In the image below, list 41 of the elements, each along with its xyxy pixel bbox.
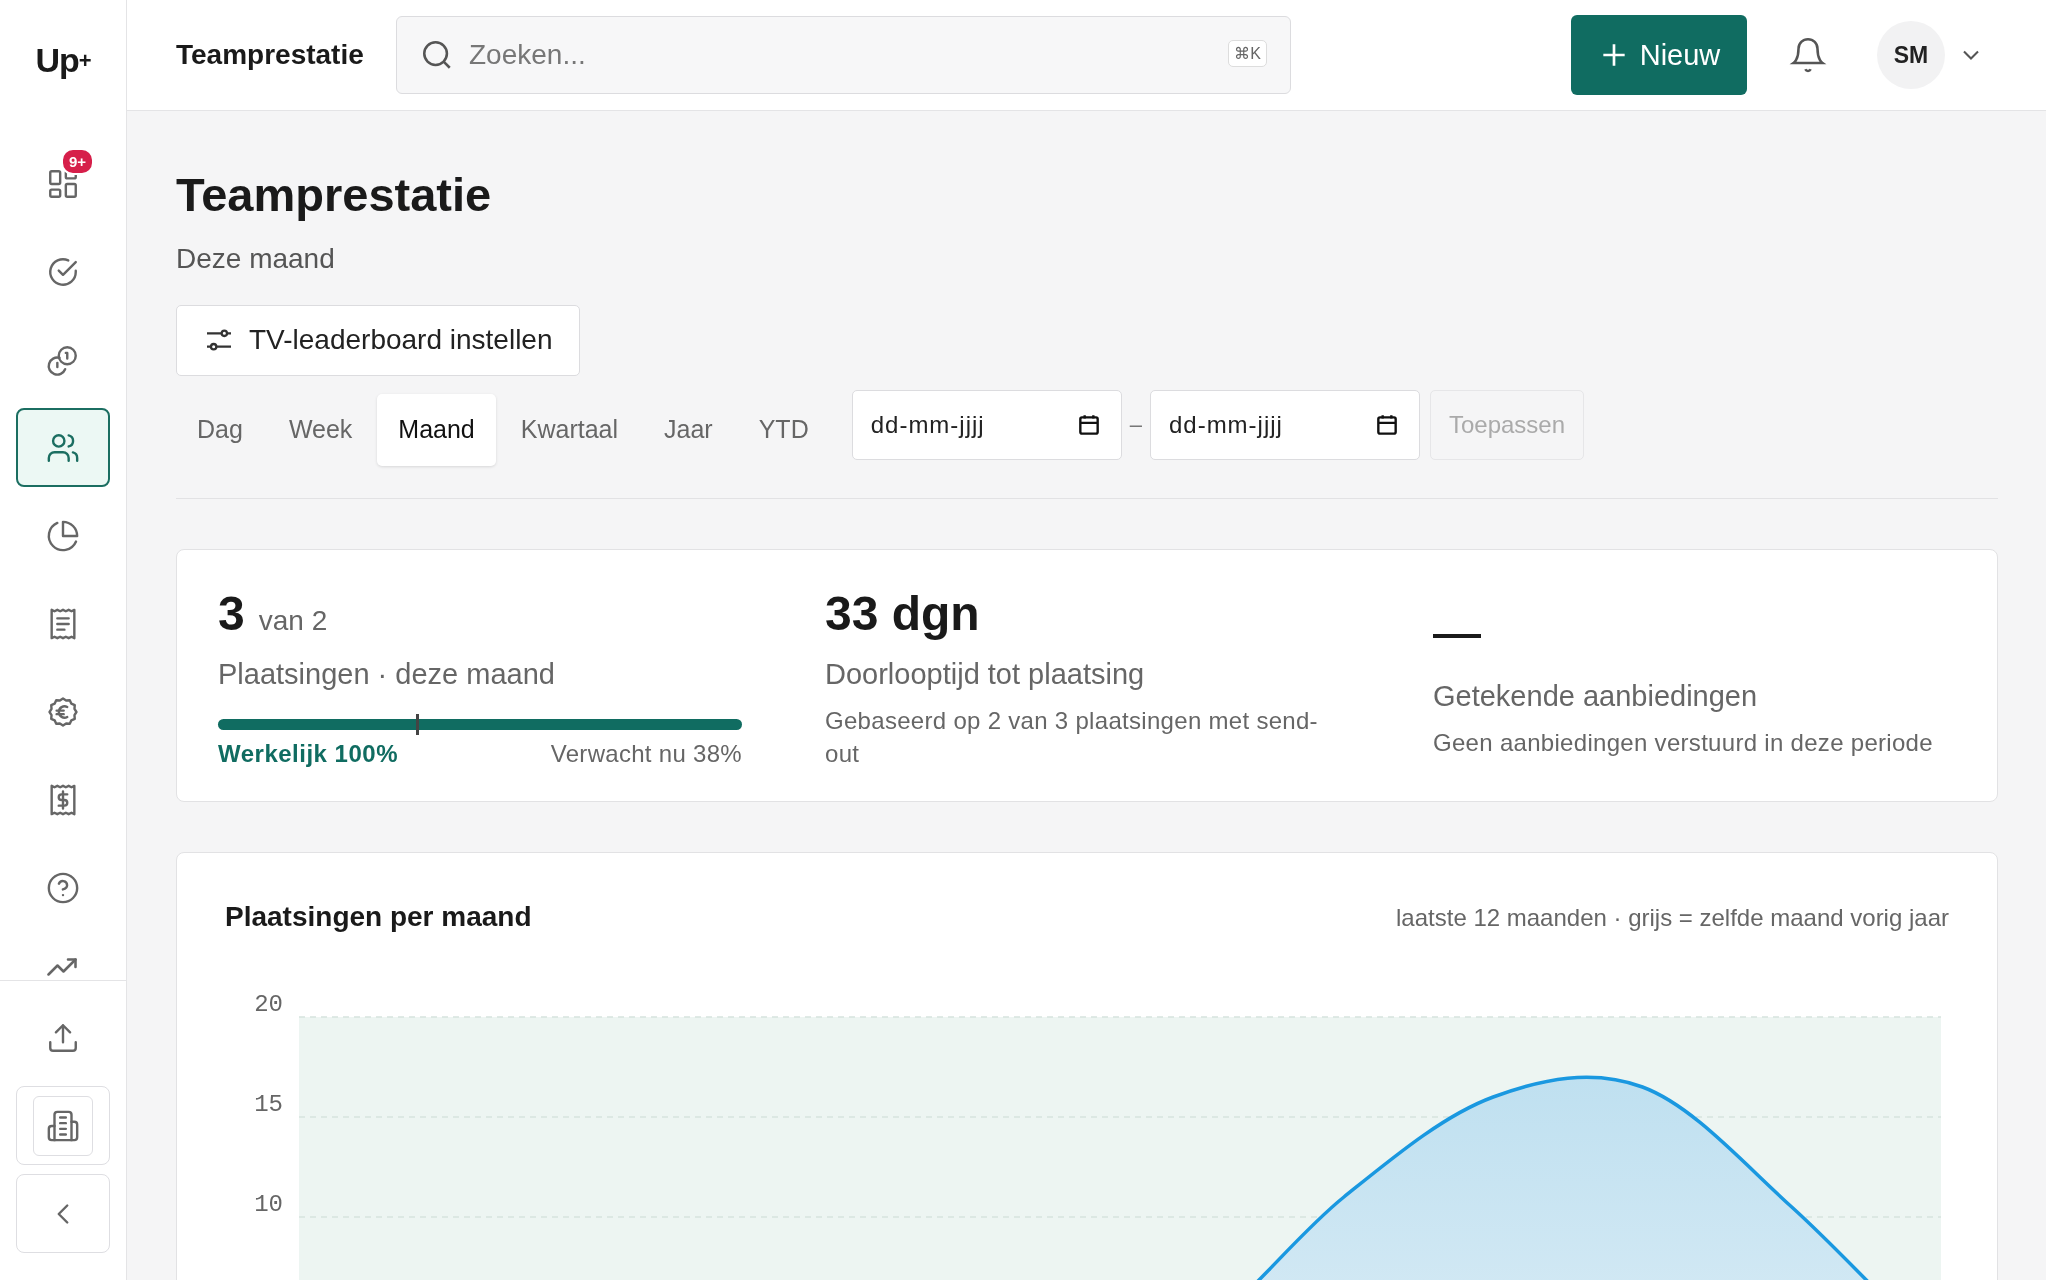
range-separator: – <box>1129 411 1142 438</box>
stat-value: 3 <box>218 587 245 641</box>
empty-value-dash <box>1433 633 1481 638</box>
leaderboard-settings-button[interactable]: TV-leaderboard instellen <box>176 304 580 376</box>
pie-chart-icon <box>46 518 80 553</box>
sidebar-item[interactable]: 9+ <box>16 144 110 223</box>
shortcut-key: ⌘K <box>1228 40 1267 67</box>
period-tab[interactable]: Dag <box>176 393 264 466</box>
page-title: Teamprestatie <box>176 39 365 71</box>
new-button[interactable]: Nieuw <box>1571 15 1747 95</box>
stat-label: Plaatsingen · deze maand <box>218 658 556 692</box>
building-icon <box>33 1095 93 1156</box>
y-tick-label: 10 <box>254 1190 283 1218</box>
period-tab[interactable]: Week <box>267 393 374 466</box>
y-tick-label: 20 <box>254 990 283 1018</box>
date-field[interactable]: dd-mm-jjjj <box>1149 389 1420 460</box>
euro-icon <box>46 694 80 729</box>
stat-value: 33 dgn <box>825 587 981 641</box>
period-tab[interactable]: YTD <box>737 393 830 466</box>
expected-label: Verwacht nu 38% <box>550 740 742 769</box>
help-icon <box>46 870 80 905</box>
date-field[interactable]: dd-mm-jjjj <box>851 389 1122 460</box>
stat-label: Getekende aanbiedingen <box>1433 679 1759 713</box>
chart-title: Plaatsingen per maand <box>225 900 532 933</box>
chart-legend-note: laatste 12 maanden · grijs = zelfde maand vorig jaar <box>1396 903 1949 932</box>
notification-bell-icon[interactable] <box>1789 36 1827 74</box>
sidebar-item[interactable] <box>16 408 110 487</box>
period-tab[interactable]: Jaar <box>643 393 734 466</box>
stat-note: Geen aanbiedingen verstuurd in deze periode <box>1433 727 1934 758</box>
stat-label: Doorlooptijd tot plaatsing <box>825 658 1146 692</box>
period-tab[interactable]: Kwartaal <box>499 393 640 466</box>
page-heading: Teamprestatie <box>176 169 493 221</box>
y-tick-label: 15 <box>254 1090 283 1118</box>
stat-target: van 2 <box>258 604 328 637</box>
period-tab[interactable]: Maand <box>377 393 496 466</box>
page-subtitle: Deze maand <box>176 242 336 275</box>
user-avatar[interactable]: SM <box>1877 21 1945 89</box>
stat-note: Gebaseerd op 2 van 3 plaatsingen met send-out <box>825 706 1319 769</box>
actual-label: Werkelijk 100% <box>218 740 398 769</box>
notification-badge: 9+ <box>60 148 94 175</box>
trend-icon <box>46 958 80 976</box>
